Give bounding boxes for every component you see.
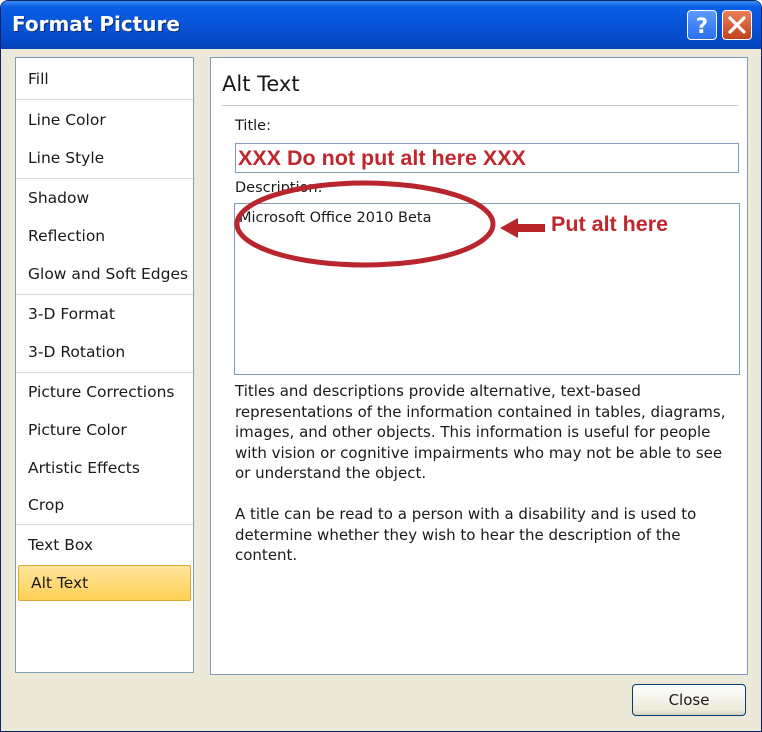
alt-text-panel: Alt Text Title: XXX Do not put alt here …: [210, 57, 748, 675]
nav-item-glow-soft-edges[interactable]: Glow and Soft Edges: [16, 255, 193, 293]
category-list: Fill Line Color Line Style Shadow Reflec…: [15, 57, 194, 673]
nav-item-3d-format[interactable]: 3-D Format: [16, 295, 193, 333]
close-button[interactable]: Close: [632, 684, 746, 716]
nav-item-alt-text[interactable]: Alt Text: [18, 565, 191, 601]
nav-item-3d-rotation[interactable]: 3-D Rotation: [16, 333, 193, 371]
nav-item-artistic-effects[interactable]: Artistic Effects: [16, 449, 193, 487]
nav-divider: [16, 99, 193, 100]
highlight-ellipse: [234, 180, 496, 268]
nav-item-line-style[interactable]: Line Style: [16, 139, 193, 177]
close-icon: [728, 16, 746, 34]
window-title: Format Picture: [12, 12, 180, 36]
help-button[interactable]: ?: [687, 10, 717, 40]
nav-item-picture-corrections[interactable]: Picture Corrections: [16, 373, 193, 411]
title-bar[interactable]: Format Picture ?: [1, 1, 761, 49]
svg-text:?: ?: [696, 14, 708, 38]
put-alt-here-annotation: Put alt here: [551, 212, 669, 236]
nav-item-picture-color[interactable]: Picture Color: [16, 411, 193, 449]
format-picture-dialog: Format Picture ? Fill Line Color Line St…: [0, 0, 762, 732]
left-arrow-icon: [500, 218, 545, 238]
nav-item-reflection[interactable]: Reflection: [16, 217, 193, 255]
question-icon: ?: [696, 14, 708, 38]
help-paragraph-2: A title can be read to a person with a d…: [235, 505, 697, 564]
close-window-button[interactable]: [722, 10, 752, 40]
nav-item-fill[interactable]: Fill: [16, 60, 193, 98]
nav-item-text-box[interactable]: Text Box: [16, 526, 193, 564]
help-paragraph-1: Titles and descriptions provide alternat…: [235, 382, 726, 482]
annotation-overlay: [234, 180, 545, 268]
nav-item-shadow[interactable]: Shadow: [16, 179, 193, 217]
nav-divider: [16, 524, 193, 525]
nav-item-crop[interactable]: Crop: [16, 486, 193, 524]
nav-item-line-color[interactable]: Line Color: [16, 101, 193, 139]
